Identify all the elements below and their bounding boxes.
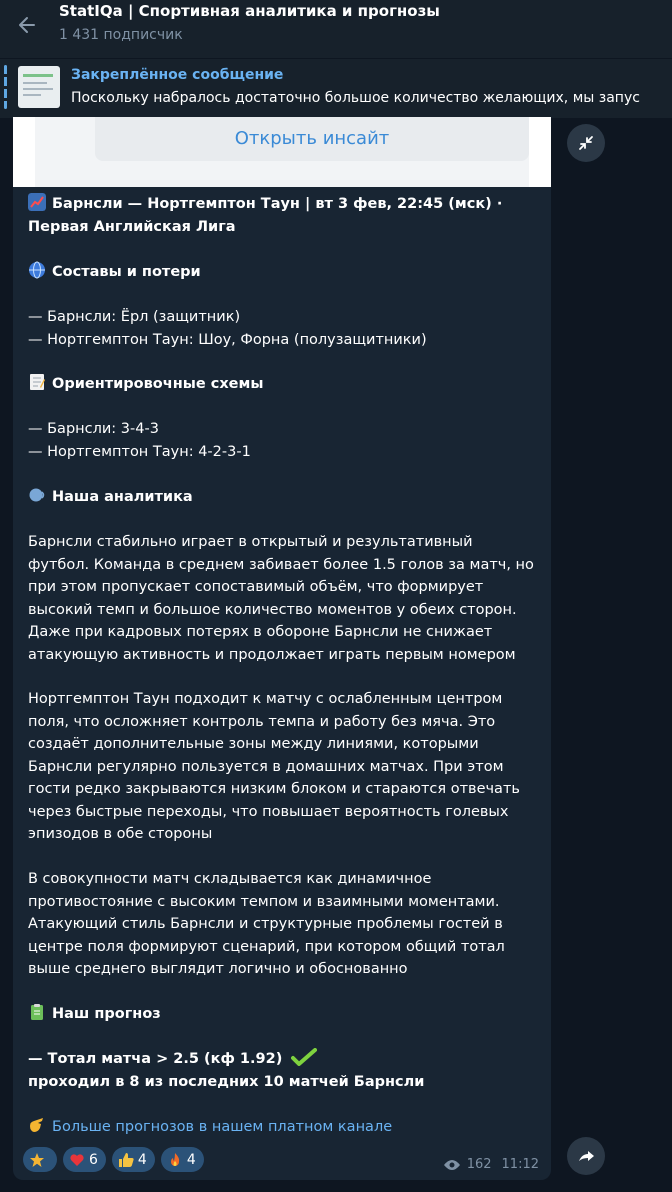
link-preview: Открыть инсайт: [13, 117, 551, 187]
forecast-line: — Тотал матча > 2.5 (кф 1.92): [28, 1048, 318, 1071]
more-forecasts-link[interactable]: Больше прогнозов в нашем платном канале: [52, 1119, 392, 1135]
message-meta: 162 11:12: [443, 1157, 539, 1172]
lineups-title: Составы и потери: [28, 261, 201, 284]
analysis-paragraph-1: Барнсли стабильно играет в открытый и ре…: [28, 534, 534, 663]
pinned-thumbnail: [18, 66, 60, 108]
reactions-bar: 6 4 4: [23, 1147, 204, 1172]
collapse-arrows-icon: [579, 136, 593, 150]
pinned-indicator: [4, 65, 7, 109]
match-title: Барнсли — Нортгемптон Таун | вт 3 фев, 2…: [28, 193, 502, 216]
thumbs-up-icon: [118, 1152, 134, 1167]
lineup-home: — Барнсли: Ёрл (защитник): [28, 309, 241, 325]
chart-up-icon: [28, 193, 46, 211]
arrow-left-icon: [19, 17, 35, 33]
reaction-thumbs-up[interactable]: 4: [111, 1147, 155, 1172]
schemes-title: Ориентировочные схемы: [28, 373, 263, 396]
analytics-title: Наша аналитика: [28, 486, 193, 509]
view-count: 162: [466, 1157, 492, 1172]
pointing-hand-icon: [30, 1118, 43, 1132]
check-mark-icon: [291, 1048, 318, 1066]
pinned-message-bar[interactable]: Закреплённое сообщение Поскольку набрало…: [0, 58, 672, 118]
message-time: 11:12: [501, 1157, 539, 1172]
analysis-paragraph-2: Нортгемптон Таун подходит к матчу с осла…: [28, 691, 520, 842]
forecast-stat: проходил в 8 из последних 10 матчей Барн…: [28, 1074, 425, 1090]
forecast-title: Наш прогноз: [28, 1003, 161, 1026]
clipboard-icon: [31, 1004, 43, 1020]
share-button[interactable]: [567, 1137, 605, 1175]
scheme-home: — Барнсли: 3-4-3: [28, 421, 159, 437]
memo-icon: [30, 374, 45, 390]
message-bubble: Открыть инсайт Барнсли — Нортгемптон Тау…: [13, 117, 551, 1180]
fire-icon: [170, 1152, 180, 1166]
open-insight-button[interactable]: Открыть инсайт: [95, 117, 529, 161]
analysis-paragraph-3: В совокупности матч складывается как дин…: [28, 871, 505, 977]
pinned-label: Закреплённое сообщение: [71, 67, 284, 83]
reaction-heart[interactable]: 6: [63, 1147, 106, 1172]
collapse-button[interactable]: [567, 124, 605, 162]
back-button[interactable]: [12, 10, 42, 40]
globe-icon: [29, 261, 45, 279]
subscriber-count: 1 431 подписчик: [59, 27, 183, 43]
lineup-away: — Нортгемптон Таун: Шоу, Форна (полузащи…: [28, 332, 427, 348]
league-name: Первая Английская Лига: [28, 219, 236, 235]
more-forecasts-row: Больше прогнозов в нашем платном канале: [28, 1116, 392, 1139]
heart-icon: [70, 1153, 84, 1166]
scheme-away: — Нортгемптон Таун: 4-2-3-1: [28, 444, 251, 460]
star-icon: [30, 1152, 44, 1167]
chat-header: StatIQa | Спортивная аналитика и прогноз…: [0, 0, 672, 58]
reaction-fire[interactable]: 4: [160, 1147, 204, 1172]
pinned-text: Поскольку набралось достаточно большое к…: [71, 90, 640, 106]
speaking-head-icon: [29, 488, 45, 502]
share-icon: [579, 1151, 594, 1161]
reaction-star[interactable]: [23, 1147, 57, 1172]
eye-icon: [443, 1159, 460, 1170]
channel-title[interactable]: StatIQa | Спортивная аналитика и прогноз…: [59, 2, 440, 20]
